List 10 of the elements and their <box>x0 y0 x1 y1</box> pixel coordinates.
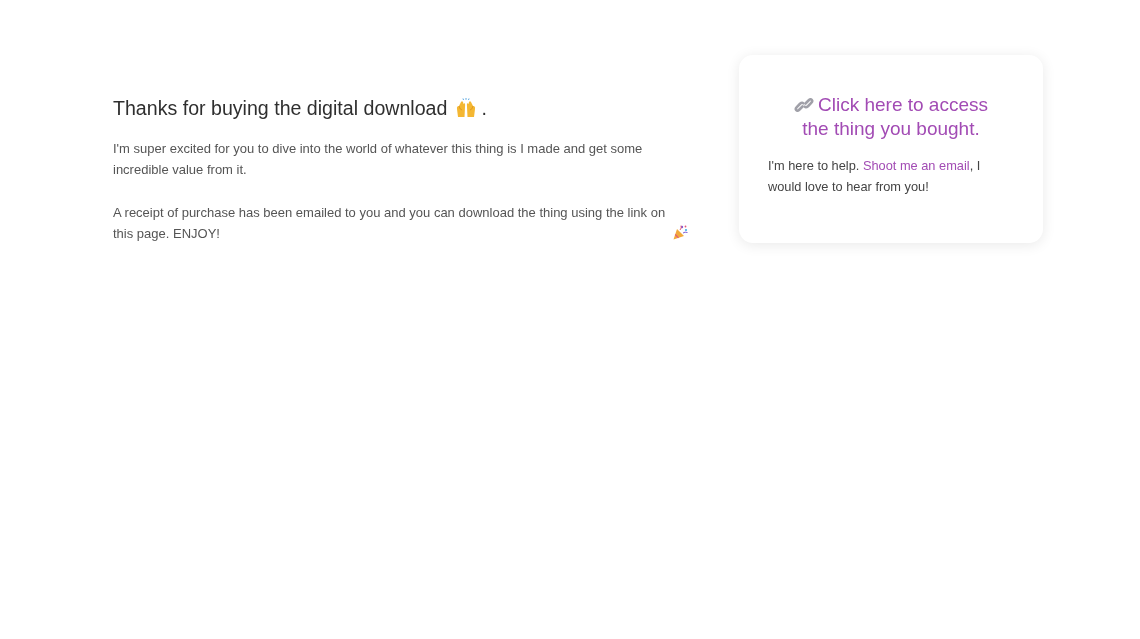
heading: Thanks for buying the digital download <box>113 96 448 121</box>
body-paragraph: I'm super excited for you to dive into the world of whatever this thing is I made and get some incredible value from it. <box>113 140 644 179</box>
email-link[interactable]: Shoot me an email <box>862 158 970 173</box>
party-popper-icon <box>673 225 688 240</box>
heading-period: . <box>481 96 487 121</box>
help-text: I'm here to help. Shoot me an email, I would love to hear from you! <box>768 157 982 196</box>
access-link[interactable]: Click here to access the thing you bought. <box>788 93 994 141</box>
raised-hands-icon <box>455 98 478 118</box>
chain-link-icon <box>794 96 814 114</box>
body-paragraph: A receipt of purchase has been emailed to you and you can download the thing using the link on this page. ENJOY! <box>113 204 667 243</box>
